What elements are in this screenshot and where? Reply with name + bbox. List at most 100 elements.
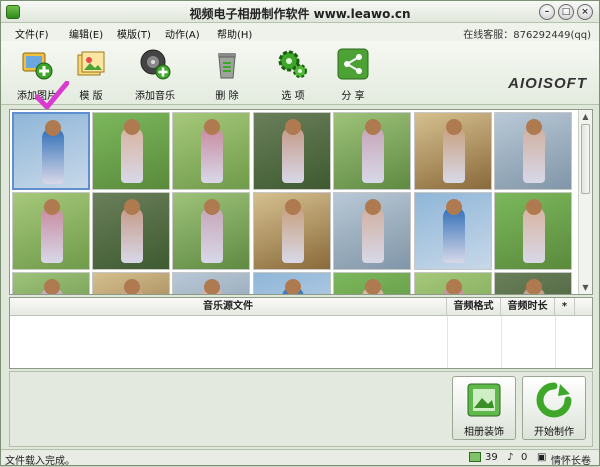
music-list[interactable]: 音乐源文件 音频格式 音频时长 * — [9, 297, 593, 369]
photo-subject — [362, 207, 384, 263]
template-icon — [74, 47, 108, 81]
menu-help[interactable]: 帮助(H) — [217, 26, 252, 41]
start-making-button[interactable]: 开始制作 — [522, 376, 586, 440]
photo-thumbnail[interactable] — [253, 272, 331, 294]
photo-subject-head — [285, 279, 301, 294]
photo-subject-head — [44, 199, 60, 215]
album-decorate-label: 相册装饰 — [464, 427, 504, 438]
photo-subject-head — [446, 279, 462, 294]
photo-thumbnail[interactable] — [172, 272, 250, 294]
photo-subject-head — [446, 199, 462, 215]
music-table-header: 音乐源文件 音频格式 音频时长 * — [10, 298, 592, 316]
template-label: 模 版 — [79, 91, 103, 102]
share-icon — [336, 47, 370, 81]
photo-thumbnail[interactable] — [172, 192, 250, 270]
delete-button[interactable]: 删 除 — [197, 47, 257, 103]
photo-subject — [523, 207, 545, 263]
minimize-button[interactable]: – — [539, 4, 555, 20]
photo-thumbnail[interactable] — [333, 272, 411, 294]
col-music-source[interactable]: 音乐源文件 — [10, 298, 447, 316]
scroll-thumb[interactable] — [581, 124, 590, 194]
photo-thumbnail[interactable] — [92, 272, 170, 294]
add-music-button[interactable]: 添加音乐 — [125, 47, 185, 103]
action-panel: 相册装饰 开始制作 — [9, 371, 593, 447]
photo-thumbnail[interactable] — [92, 192, 170, 270]
album-decorate-button[interactable]: 相册装饰 — [452, 376, 516, 440]
photo-thumbnail[interactable] — [12, 112, 90, 190]
gear-icon — [276, 47, 310, 81]
photo-subject — [282, 127, 304, 183]
col-star[interactable]: * — [555, 298, 575, 316]
photo-subject-head — [526, 199, 542, 215]
col-divider — [501, 316, 502, 368]
col-audio-duration[interactable]: 音频时长 — [501, 298, 555, 316]
photo-subject-head — [285, 199, 301, 215]
close-button[interactable]: × — [577, 4, 593, 20]
photo-thumbnail[interactable] — [12, 192, 90, 270]
photo-subject-head — [124, 279, 140, 294]
title-bar[interactable]: 视频电子相册制作软件 www.leawo.cn – □ × — [1, 1, 599, 23]
trash-icon — [210, 47, 244, 81]
add-music-label: 添加音乐 — [135, 91, 175, 102]
photo-thumbnail[interactable] — [414, 112, 492, 190]
photo-thumbnail[interactable] — [414, 272, 492, 294]
photo-subject-head — [204, 279, 220, 294]
checkmark-icon — [34, 80, 70, 111]
share-button[interactable]: 分 享 — [323, 47, 383, 103]
menu-template[interactable]: 模版(T) — [117, 26, 151, 41]
photo-thumbnail[interactable] — [494, 112, 572, 190]
photo-subject-head — [526, 119, 542, 135]
photo-thumbnail[interactable] — [253, 112, 331, 190]
photo-gallery[interactable]: ▲ ▼ — [9, 109, 593, 295]
menu-file[interactable]: 文件(F) — [15, 26, 49, 41]
photo-thumbnail[interactable] — [172, 112, 250, 190]
main-window: 视频电子相册制作软件 www.leawo.cn – □ × 文件(F) 编辑(E… — [0, 0, 600, 467]
music-count-icon: ♪ — [507, 452, 514, 463]
status-text: 文件载入完成。 — [5, 456, 75, 467]
add-music-icon — [138, 47, 172, 81]
photo-count: 39 — [485, 452, 498, 463]
music-count: 0 — [521, 452, 528, 463]
photo-subject — [121, 207, 143, 263]
photo-subject-head — [365, 199, 381, 215]
menu-bar: 文件(F) 编辑(E) 模版(T) 动作(A) 帮助(H) 在线客服：87629… — [1, 23, 599, 41]
maximize-button[interactable]: □ — [558, 4, 574, 20]
photo-thumbnail[interactable] — [414, 192, 492, 270]
photo-subject — [201, 127, 223, 183]
add-photo-icon — [20, 47, 54, 81]
col-divider — [447, 316, 448, 368]
online-service-text: 在线客服：876292449(qq) — [463, 30, 591, 41]
photo-subject — [443, 127, 465, 183]
photo-thumbnail[interactable] — [494, 272, 572, 294]
photo-thumbnail[interactable] — [494, 192, 572, 270]
options-button[interactable]: 选 项 — [263, 47, 323, 103]
start-arrow-icon — [536, 382, 572, 418]
template-icon-small: ▣ — [537, 452, 547, 463]
photo-thumbnail[interactable] — [333, 112, 411, 190]
window-title: 视频电子相册制作软件 www.leawo.cn — [189, 7, 411, 21]
photo-subject — [201, 207, 223, 263]
photo-subject-head — [526, 279, 542, 294]
photo-subject-head — [44, 279, 60, 294]
start-making-label: 开始制作 — [534, 427, 574, 438]
photo-thumbnail[interactable] — [92, 112, 170, 190]
menu-edit[interactable]: 编辑(E) — [69, 26, 103, 41]
photo-thumbnail[interactable] — [253, 192, 331, 270]
scroll-down-arrow-icon[interactable]: ▼ — [580, 282, 591, 293]
photo-subject-head — [204, 119, 220, 135]
photo-subject-head — [45, 120, 61, 136]
photo-subject-head — [124, 119, 140, 135]
scroll-up-arrow-icon[interactable]: ▲ — [580, 111, 591, 122]
status-bar: 文件载入完成。 39 ♪ 0 ▣ 情怀长卷 — [1, 449, 599, 467]
col-audio-format[interactable]: 音频格式 — [447, 298, 501, 316]
photo-subject — [362, 127, 384, 183]
gallery-scrollbar[interactable]: ▲ ▼ — [578, 110, 592, 294]
brand-logo: AIOISOFT — [508, 75, 587, 92]
menu-action[interactable]: 动作(A) — [165, 26, 200, 41]
share-label: 分 享 — [341, 91, 365, 102]
photo-subject-head — [446, 119, 462, 135]
photo-thumbnail[interactable] — [333, 192, 411, 270]
template-button[interactable]: 模 版 — [61, 47, 121, 103]
photo-subject — [42, 128, 64, 184]
photo-thumbnail[interactable] — [12, 272, 90, 294]
